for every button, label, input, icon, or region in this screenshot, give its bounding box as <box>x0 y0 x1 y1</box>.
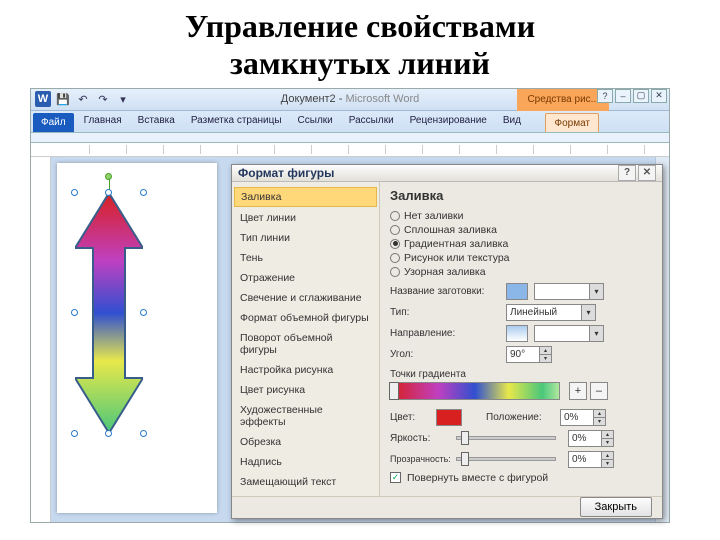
slide-title-line1: Управление свойствами <box>0 8 720 45</box>
position-spinner[interactable]: 0%▴▾ <box>560 409 606 426</box>
transparency-spinner[interactable]: 0%▴▾ <box>568 451 614 468</box>
sidebar-item-reflection[interactable]: Отражение <box>232 268 379 288</box>
direction-combo[interactable]: ▾ <box>534 325 604 342</box>
qat-save-icon[interactable]: 💾 <box>55 91 71 107</box>
color-label: Цвет: <box>390 412 430 423</box>
qat-more-icon[interactable]: ▾ <box>115 91 131 107</box>
vertical-ruler[interactable] <box>31 157 51 522</box>
rotate-with-shape-label: Повернуть вместе с фигурой <box>407 472 548 484</box>
dialog-titlebar[interactable]: Формат фигуры ? ✕ <box>232 165 662 182</box>
preset-label: Название заготовки: <box>390 286 500 297</box>
page[interactable] <box>57 163 217 513</box>
word-icon: W <box>35 91 51 107</box>
brightness-label: Яркость: <box>390 433 450 444</box>
resize-handle[interactable] <box>71 189 78 196</box>
close-dialog-button[interactable]: Закрыть <box>580 497 652 517</box>
resize-handle[interactable] <box>71 309 78 316</box>
resize-handle[interactable] <box>140 189 147 196</box>
qat-redo-icon[interactable]: ↷ <box>95 91 111 107</box>
qat-undo-icon[interactable]: ↶ <box>75 91 91 107</box>
title-bar: W 💾 ↶ ↷ ▾ Документ2 - Microsoft Word Сре… <box>31 89 669 111</box>
rotate-with-shape-checkbox[interactable]: ✓ <box>390 472 401 483</box>
tab-file[interactable]: Файл <box>33 113 74 132</box>
sidebar-item-picture-corrections[interactable]: Настройка рисунка <box>232 360 379 380</box>
selected-shape-double-arrow[interactable] <box>75 193 143 433</box>
direction-label: Направление: <box>390 328 500 339</box>
radio-pattern-fill[interactable] <box>390 267 400 277</box>
transparency-label: Прозрачность: <box>390 454 450 464</box>
dialog-help-icon[interactable]: ? <box>618 165 636 181</box>
sidebar-item-shadow[interactable]: Тень <box>232 248 379 268</box>
resize-handle[interactable] <box>140 309 147 316</box>
preset-combo[interactable]: ▾ <box>534 283 604 300</box>
tab-insert[interactable]: Вставка <box>130 111 183 132</box>
gradient-track[interactable] <box>390 382 560 400</box>
sidebar-item-crop[interactable]: Обрезка <box>232 432 379 452</box>
angle-label: Угол: <box>390 349 500 360</box>
brightness-slider[interactable] <box>456 436 556 440</box>
maximize-button[interactable]: ▢ <box>633 89 649 103</box>
resize-handle[interactable] <box>105 430 112 437</box>
stops-label: Точки градиента <box>390 369 652 380</box>
slide-title: Управление свойствами замкнутых линий <box>0 0 720 88</box>
dialog-footer: Закрыть <box>232 496 662 518</box>
tab-home[interactable]: Главная <box>76 111 130 132</box>
sidebar-item-fill[interactable]: Заливка <box>234 187 377 207</box>
resize-handle[interactable] <box>105 189 112 196</box>
sidebar-item-3d-format[interactable]: Формат объемной фигуры <box>232 308 379 328</box>
sidebar-item-alt-text[interactable]: Замещающий текст <box>232 472 379 492</box>
dialog-main: Заливка Нет заливки Сплошная заливка Гра… <box>380 182 662 496</box>
dialog-close-icon[interactable]: ✕ <box>638 165 656 181</box>
type-label: Тип: <box>390 307 500 318</box>
tab-layout[interactable]: Разметка страницы <box>183 111 290 132</box>
format-shape-dialog: Формат фигуры ? ✕ Заливка Цвет линии Тип… <box>231 164 663 519</box>
resize-handle[interactable] <box>140 430 147 437</box>
sidebar-item-picture-color[interactable]: Цвет рисунка <box>232 380 379 400</box>
ribbon-body <box>31 133 669 143</box>
tab-mail[interactable]: Рассылки <box>341 111 402 132</box>
tab-format[interactable]: Формат <box>545 113 599 132</box>
sidebar-item-glow[interactable]: Свечение и сглаживание <box>232 288 379 308</box>
direction-swatch[interactable] <box>506 325 528 342</box>
sidebar-item-textbox[interactable]: Надпись <box>232 452 379 472</box>
word-window: W 💾 ↶ ↷ ▾ Документ2 - Microsoft Word Сре… <box>30 88 670 523</box>
minimize-button[interactable]: – <box>615 89 631 103</box>
radio-solid-fill[interactable] <box>390 225 400 235</box>
panel-heading: Заливка <box>390 188 652 203</box>
position-label: Положение: <box>486 412 554 423</box>
sidebar-item-3d-rotation[interactable]: Поворот объемной фигуры <box>232 328 379 360</box>
help-button[interactable]: ? <box>597 89 613 103</box>
gradient-stop[interactable] <box>389 382 399 400</box>
color-picker[interactable] <box>436 409 462 426</box>
ribbon-tabs: Файл Главная Вставка Разметка страницы С… <box>31 111 669 133</box>
type-combo[interactable]: Линейный▾ <box>506 304 596 321</box>
dialog-title: Формат фигуры <box>238 166 334 180</box>
radio-gradient-fill[interactable] <box>390 239 400 249</box>
resize-handle[interactable] <box>71 430 78 437</box>
sidebar-item-line-style[interactable]: Тип линии <box>232 228 379 248</box>
brightness-spinner[interactable]: 0%▴▾ <box>568 430 614 447</box>
radio-no-fill[interactable] <box>390 211 400 221</box>
slide-title-line2: замкнутых линий <box>0 45 720 82</box>
radio-picture-fill[interactable] <box>390 253 400 263</box>
tab-review[interactable]: Рецензирование <box>402 111 495 132</box>
sidebar-item-line-color[interactable]: Цвет линии <box>232 208 379 228</box>
dialog-sidebar: Заливка Цвет линии Тип линии Тень Отраже… <box>232 182 380 496</box>
preset-swatch[interactable] <box>506 283 528 300</box>
sidebar-item-artistic[interactable]: Художественные эффекты <box>232 400 379 432</box>
remove-stop-button[interactable]: – <box>590 382 608 400</box>
transparency-slider[interactable] <box>456 457 556 461</box>
rotate-handle[interactable] <box>105 173 112 180</box>
tab-view[interactable]: Вид <box>495 111 529 132</box>
contextual-tab-drawing[interactable]: Средства рис... <box>517 89 609 111</box>
angle-spinner[interactable]: 90°▴▾ <box>506 346 552 363</box>
add-stop-button[interactable]: + <box>569 382 587 400</box>
horizontal-ruler[interactable] <box>31 143 669 157</box>
close-button[interactable]: ✕ <box>651 89 667 103</box>
tab-refs[interactable]: Ссылки <box>290 111 341 132</box>
double-arrow-icon <box>75 193 143 433</box>
